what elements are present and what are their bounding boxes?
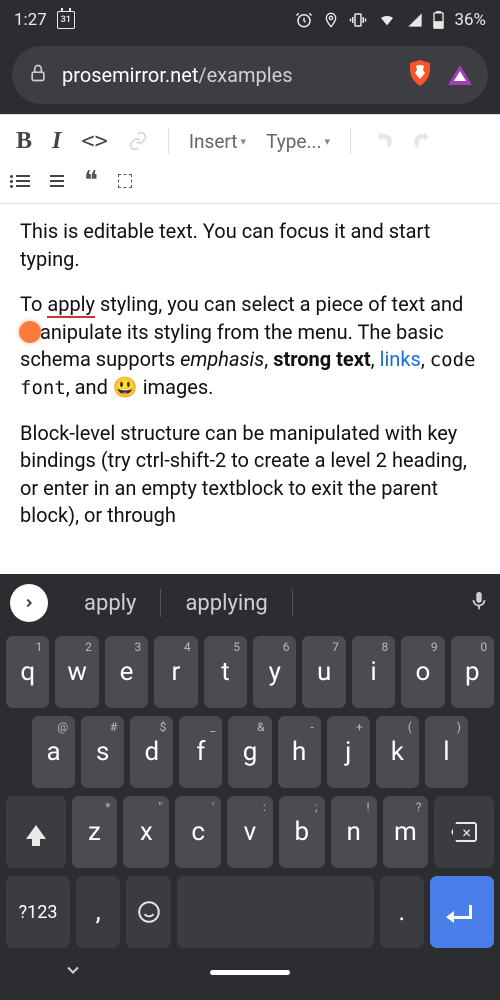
text-cursor-indicator [19, 321, 41, 343]
key-s[interactable]: s# [81, 716, 124, 788]
lift-button[interactable] [118, 174, 132, 188]
prosemirror-editor: B I <> Insert▾ Type...▾ ❝ This is editab… [0, 114, 500, 574]
key-l[interactable]: l) [425, 716, 468, 788]
key-a[interactable]: a@ [32, 716, 75, 788]
key-u[interactable]: u7 [302, 636, 345, 708]
key-j[interactable]: j+ [327, 716, 370, 788]
selected-word[interactable]: apply [47, 292, 95, 318]
ordered-list-button[interactable] [50, 172, 64, 190]
emphasis-sample: emphasis [180, 347, 264, 371]
paragraph[interactable]: To apply styling, you can select a piece… [20, 291, 480, 401]
key-o[interactable]: o9 [401, 636, 444, 708]
space-key[interactable] [177, 876, 374, 948]
calendar-icon: 31 [57, 11, 75, 29]
toolbar-separator [350, 128, 351, 154]
brave-shield-icon[interactable] [406, 59, 434, 91]
code-button[interactable]: <> [81, 129, 108, 154]
key-d[interactable]: d$ [130, 716, 173, 788]
key-q[interactable]: q1 [6, 636, 49, 708]
redo-button[interactable] [413, 130, 435, 152]
insert-dropdown[interactable]: Insert▾ [189, 130, 246, 153]
key-n[interactable]: n! [331, 796, 377, 868]
emoji-key[interactable] [126, 876, 170, 948]
key-k[interactable]: k( [376, 716, 419, 788]
wifi-icon [377, 12, 397, 28]
keyboard-collapse-button[interactable] [63, 960, 83, 984]
key-b[interactable]: b; [279, 796, 325, 868]
italic-button[interactable]: I [52, 128, 61, 155]
link-sample[interactable]: links [380, 347, 421, 371]
key-p[interactable]: p0 [451, 636, 494, 708]
suggestion-strip: apply applying [0, 574, 500, 632]
key-g[interactable]: g& [228, 716, 271, 788]
suggestion-2[interactable]: applying [161, 591, 291, 616]
suggestion-1[interactable]: apply [60, 591, 160, 616]
expand-suggestions-button[interactable] [10, 584, 48, 622]
android-status-bar: 1:27 31 36% [0, 0, 500, 40]
undo-button[interactable] [371, 130, 393, 152]
home-handle[interactable] [210, 970, 290, 975]
strong-sample: strong text [273, 347, 370, 371]
editor-content[interactable]: This is editable text. You can focus it … [0, 204, 500, 562]
key-h[interactable]: h- [278, 716, 321, 788]
toolbar-separator [168, 128, 169, 154]
link-button[interactable] [128, 131, 148, 151]
url-text[interactable]: prosemirror.net/examples [62, 63, 392, 87]
emoji-image: 😃 [113, 375, 138, 399]
soft-keyboard: apply applying q1w2e3r4t5y6u7i8o9p0 a@s#… [0, 574, 500, 1000]
period-key[interactable]: . [380, 876, 424, 948]
key-x[interactable]: x" [123, 796, 169, 868]
shift-key[interactable] [6, 796, 66, 868]
bat-token-icon[interactable] [448, 65, 472, 85]
location-icon [323, 11, 339, 29]
type-dropdown[interactable]: Type...▾ [266, 130, 330, 153]
key-e[interactable]: e3 [105, 636, 148, 708]
key-t[interactable]: t5 [204, 636, 247, 708]
key-c[interactable]: c' [175, 796, 221, 868]
signal-icon [407, 12, 423, 28]
key-f[interactable]: f_ [179, 716, 222, 788]
bold-button[interactable]: B [16, 128, 32, 155]
key-r[interactable]: r4 [154, 636, 197, 708]
bullet-list-button[interactable] [16, 172, 30, 190]
status-time: 1:27 [14, 10, 47, 30]
key-z[interactable]: z* [72, 796, 118, 868]
key-v[interactable]: v: [227, 796, 273, 868]
symbols-key[interactable]: ?123 [6, 876, 70, 948]
paragraph[interactable]: Block-level structure can be manipulated… [20, 420, 480, 530]
voice-input-button[interactable] [468, 588, 490, 618]
key-y[interactable]: y6 [253, 636, 296, 708]
enter-key[interactable] [430, 876, 494, 948]
battery-icon [433, 11, 444, 29]
android-nav-bar [0, 952, 500, 992]
alarm-icon [295, 11, 313, 29]
browser-url-bar[interactable]: prosemirror.net/examples [12, 46, 488, 104]
comma-key[interactable]: , [76, 876, 120, 948]
editor-toolbar: B I <> Insert▾ Type...▾ ❝ [0, 114, 500, 204]
key-i[interactable]: i8 [352, 636, 395, 708]
battery-percent: 36% [454, 10, 486, 30]
key-m[interactable]: m? [383, 796, 429, 868]
lock-icon [28, 63, 48, 87]
blockquote-button[interactable]: ❝ [84, 166, 98, 196]
paragraph[interactable]: This is editable text. You can focus it … [20, 218, 480, 273]
key-w[interactable]: w2 [55, 636, 98, 708]
vibrate-icon [349, 11, 367, 29]
backspace-key[interactable] [434, 796, 494, 868]
